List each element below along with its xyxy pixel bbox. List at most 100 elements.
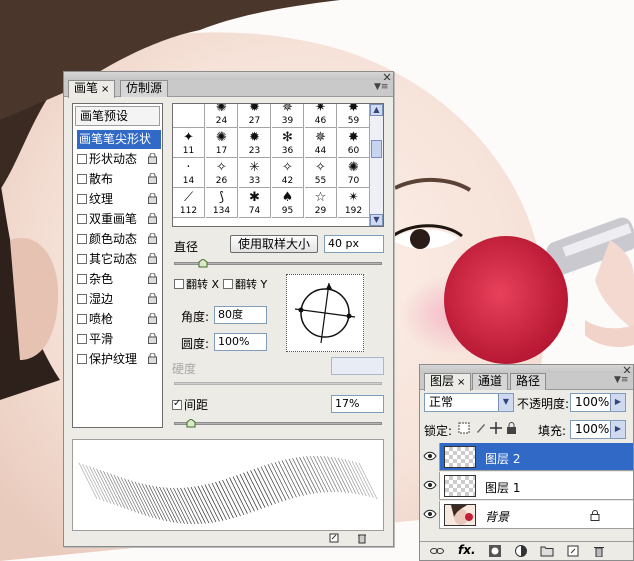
brush-option-9[interactable]: 喷枪 — [77, 310, 161, 329]
eye-icon[interactable] — [423, 451, 437, 461]
lock-transparent-icon[interactable] — [458, 422, 470, 434]
tab-paths[interactable]: 路径 — [510, 373, 547, 390]
lock-all-icon[interactable] — [506, 422, 517, 434]
option-checkbox[interactable] — [77, 294, 87, 304]
option-checkbox[interactable] — [77, 174, 87, 184]
brush-option-0[interactable]: 画笔笔尖形状 — [77, 130, 161, 149]
brush-tip-cell[interactable]: ✵ 44 — [305, 128, 337, 158]
lock-icon[interactable] — [148, 173, 157, 184]
brush-tip-cell[interactable] — [173, 104, 205, 128]
layer-row[interactable]: 图层 1 — [420, 472, 633, 500]
brush-tip-cell[interactable]: ♠ 95 — [272, 188, 304, 218]
brush-tip-cell[interactable]: ⟆ 134 — [206, 188, 238, 218]
option-checkbox[interactable] — [77, 154, 87, 164]
brush-tip-cell[interactable]: ✧ 42 — [272, 158, 304, 188]
brush-tip-cell[interactable]: ✹ 27 — [239, 104, 271, 128]
brush-tip-cell[interactable]: ⟋ 112 — [173, 188, 205, 218]
spacing-field[interactable]: 17% — [331, 395, 384, 413]
option-checkbox[interactable] — [77, 354, 87, 364]
lock-icon[interactable] — [148, 313, 157, 324]
brush-tip-cell[interactable]: ✹ 23 — [239, 128, 271, 158]
new-layer-icon[interactable] — [566, 545, 580, 557]
diameter-field[interactable]: 40 px — [324, 235, 384, 253]
use-sample-size-button[interactable]: 使用取样大小 — [230, 235, 318, 253]
brush-tip-cell[interactable]: ✸ 59 — [338, 104, 370, 128]
lock-icon[interactable] — [148, 213, 157, 224]
spacing-slider-thumb[interactable] — [186, 419, 196, 428]
brush-tip-cell[interactable]: ✺ 24 — [206, 104, 238, 128]
spacing-slider[interactable] — [174, 422, 382, 425]
brush-option-4[interactable]: 双重画笔 — [77, 210, 161, 229]
layer-row[interactable]: 背景 — [420, 501, 633, 529]
new-brush-icon[interactable] — [328, 532, 340, 544]
option-checkbox[interactable] — [77, 214, 87, 224]
flip-x-checkbox[interactable]: 翻转 X — [174, 276, 219, 292]
brush-tip-cell[interactable]: ✸ 60 — [338, 128, 370, 158]
visibility-toggle[interactable] — [420, 472, 440, 500]
tab-layers[interactable]: 图层 × — [424, 373, 472, 391]
spacing-checkbox[interactable]: 间距 — [172, 396, 208, 413]
tab-close-icon[interactable]: × — [101, 84, 109, 95]
brush-option-5[interactable]: 颜色动态 — [77, 230, 161, 249]
panel-menu-icon[interactable]: ▼≡ — [374, 82, 388, 92]
chevron-right-icon[interactable]: ▶ — [610, 421, 625, 438]
chevron-down-icon[interactable]: ▼ — [498, 394, 513, 411]
angle-roundness-widget[interactable] — [286, 274, 364, 352]
brush-option-6[interactable]: 其它动态 — [77, 250, 161, 269]
scroll-up-icon[interactable]: ▲ — [370, 104, 383, 116]
brush-panel-titlebar[interactable]: × — [64, 70, 393, 84]
brush-tip-cell[interactable]: ✦ 11 — [173, 128, 205, 158]
brush-tip-cell[interactable]: ✷ 46 — [305, 104, 337, 128]
brush-option-11[interactable]: 保护纹理 — [77, 350, 161, 369]
scroll-thumb[interactable] — [371, 140, 382, 158]
lock-position-icon[interactable] — [490, 422, 502, 434]
lock-icon[interactable] — [148, 353, 157, 364]
brush-presets-button[interactable]: 画笔预设 — [75, 106, 160, 126]
link-icon[interactable] — [430, 545, 444, 557]
brush-tip-cell[interactable]: ✳ 33 — [239, 158, 271, 188]
adjustment-icon[interactable] — [514, 545, 528, 557]
brush-tip-cell[interactable]: · 14 — [173, 158, 205, 188]
brush-tip-cell[interactable]: ✺ 17 — [206, 128, 238, 158]
folder-icon[interactable] — [540, 545, 554, 557]
brush-tip-cell[interactable]: ✱ 74 — [239, 188, 271, 218]
brush-option-7[interactable]: 杂色 — [77, 270, 161, 289]
brush-tip-cell[interactable]: ✴ 192 — [338, 188, 370, 218]
lock-icon[interactable] — [148, 193, 157, 204]
option-checkbox[interactable] — [77, 334, 87, 344]
flip-x-box[interactable] — [174, 279, 184, 289]
brush-tip-cell[interactable]: ✧ 55 — [305, 158, 337, 188]
mask-icon[interactable] — [488, 545, 502, 557]
flip-y-checkbox[interactable]: 翻转 Y — [223, 276, 267, 292]
tab-clone-source[interactable]: 仿制源 — [120, 80, 169, 97]
brush-option-2[interactable]: 散布 — [77, 170, 161, 189]
brush-option-8[interactable]: 湿边 — [77, 290, 161, 309]
lock-icon[interactable] — [148, 153, 157, 164]
visibility-toggle[interactable] — [420, 501, 440, 529]
brush-tip-cell[interactable]: ✻ 36 — [272, 128, 304, 158]
option-checkbox[interactable] — [77, 234, 87, 244]
layers-panel-titlebar[interactable]: × — [420, 363, 633, 377]
chevron-right-icon[interactable]: ▶ — [610, 394, 625, 411]
brush-tip-cell[interactable]: ✧ 26 — [206, 158, 238, 188]
lock-pixels-icon[interactable] — [475, 422, 487, 434]
lock-icon[interactable] — [148, 253, 157, 264]
scroll-down-icon[interactable]: ▼ — [370, 214, 383, 226]
brush-option-10[interactable]: 平滑 — [77, 330, 161, 349]
tab-brush[interactable]: 画笔 × — [68, 80, 116, 98]
trash-icon[interactable] — [356, 532, 368, 544]
tab-channels[interactable]: 通道 — [472, 373, 509, 390]
lock-icon[interactable] — [148, 333, 157, 344]
layer-row[interactable]: 图层 2 — [420, 443, 633, 471]
option-checkbox[interactable] — [77, 194, 87, 204]
trash-icon[interactable] — [592, 545, 606, 557]
angle-field[interactable]: 80度 — [214, 306, 267, 324]
eye-icon[interactable] — [423, 509, 437, 519]
brush-tip-cell[interactable]: ✺ 70 — [338, 158, 370, 188]
brush-tip-cell[interactable]: ✵ 39 — [272, 104, 304, 128]
brush-tip-cell[interactable]: ☆ 29 — [305, 188, 337, 218]
brush-option-3[interactable]: 纹理 — [77, 190, 161, 209]
blend-mode-select[interactable]: 正常 ▼ — [424, 393, 514, 412]
visibility-toggle[interactable] — [420, 443, 440, 471]
roundness-field[interactable]: 100% — [214, 333, 267, 351]
